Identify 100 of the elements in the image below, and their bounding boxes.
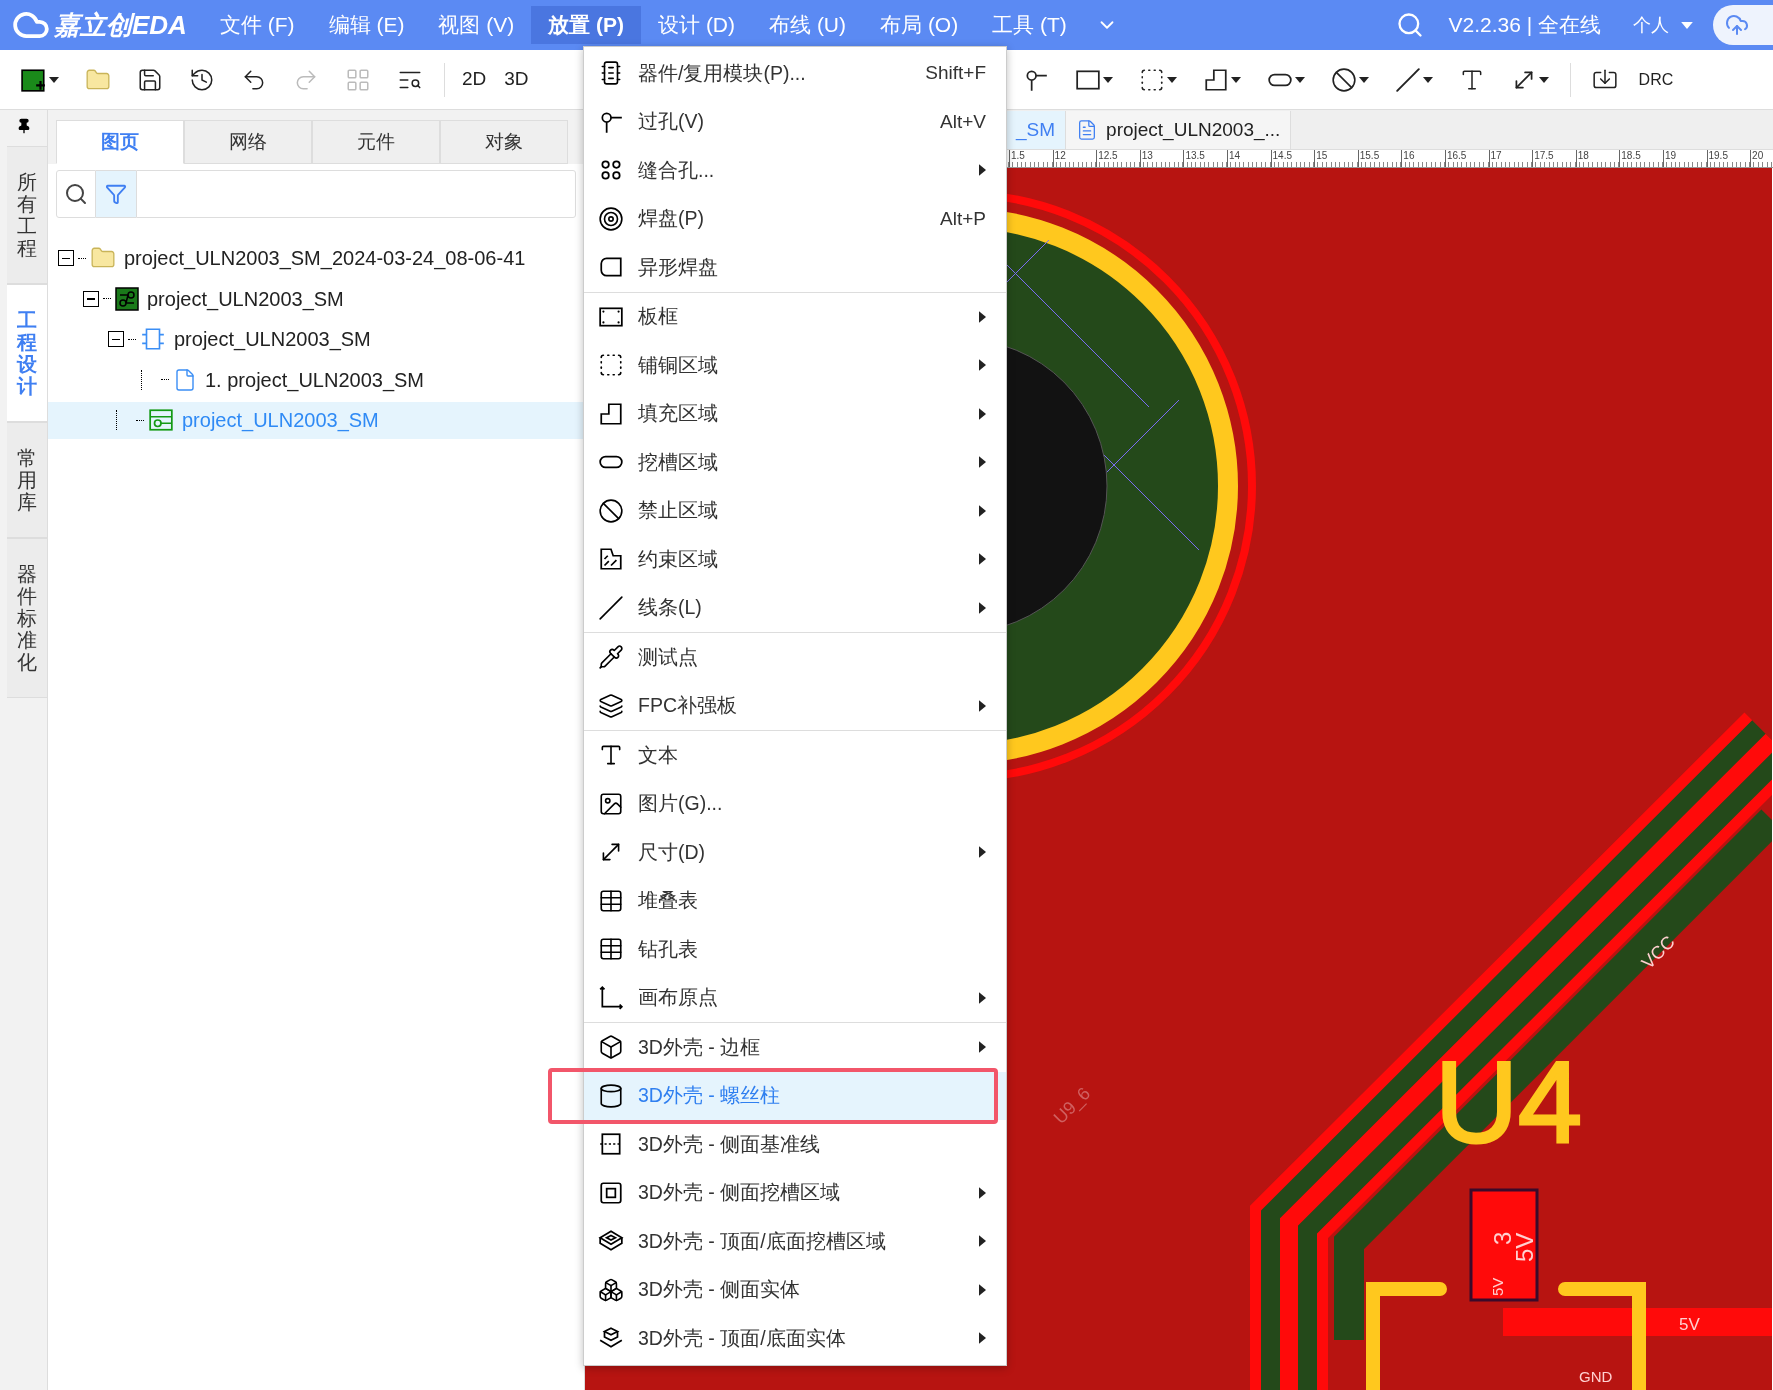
ruler-label: 20: [1750, 150, 1773, 167]
cylinder-icon: [598, 1082, 624, 1109]
version-label: V2.2.36 | 全在线: [1448, 12, 1601, 39]
app-logo: 嘉立创EDA: [54, 8, 187, 42]
grid-icon: [345, 66, 371, 93]
tree-label: project_ULN2003_SM: [182, 408, 379, 434]
tree-item[interactable]: project_ULN2003_SM: [48, 321, 584, 358]
menu-option[interactable]: 文本: [584, 731, 1006, 780]
drc-button[interactable]: DRC: [1630, 67, 1682, 92]
caret-icon: [1422, 76, 1433, 83]
ruler-label: 13.5: [1183, 150, 1227, 167]
menu-option[interactable]: 钻孔表: [584, 925, 1006, 974]
pad-icon: [598, 205, 624, 232]
fill-area-icon: [598, 400, 624, 427]
shortcut-label: Alt+P: [940, 206, 986, 231]
menu-option[interactable]: 禁止区域: [584, 486, 1006, 535]
menu-option[interactable]: 填充区域: [584, 389, 1006, 438]
ruler-label: 12: [1052, 150, 1097, 167]
menu-option[interactable]: 铺铜区域: [584, 341, 1006, 390]
menu-option[interactable]: 缝合孔...: [584, 146, 1006, 195]
tree-label: project_ULN2003_SM_2024-03-24_08-06-41: [124, 246, 526, 272]
collapse-icon[interactable]: [108, 331, 124, 348]
menu-option[interactable]: 3D外壳 - 边框: [584, 1023, 1006, 1072]
line-icon: [1394, 66, 1421, 93]
fill-area-icon: [1202, 66, 1229, 93]
menu-option[interactable]: 线条(L): [584, 583, 1006, 632]
ruler-label: 13: [1139, 150, 1184, 167]
menu-option[interactable]: 3D外壳 - 顶面/底面实体: [584, 1314, 1006, 1363]
document-tab[interactable]: project_ULN2003_...: [1066, 111, 1292, 149]
view-button[interactable]: 2D: [453, 65, 496, 94]
menu-option[interactable]: 3D外壳 - 侧面挖槽区域: [584, 1168, 1006, 1217]
search-icon: [64, 182, 88, 206]
side-tab[interactable]: 所有工程: [7, 146, 47, 284]
side-tab[interactable]: 常用库: [7, 422, 47, 538]
menu-option[interactable]: 板框: [584, 292, 1006, 341]
menu-option[interactable]: 3D外壳 - 侧面基准线: [584, 1120, 1006, 1169]
menu-option[interactable]: 画布原点: [584, 973, 1006, 1022]
menu-option[interactable]: 焊盘(P) Alt+P: [584, 194, 1006, 243]
search-button[interactable]: [56, 170, 96, 218]
boxes-icon: [598, 1276, 624, 1303]
panel-tab[interactable]: 网络: [184, 120, 312, 164]
caret-icon: [1166, 76, 1177, 83]
menu-option[interactable]: 约束区域: [584, 535, 1006, 584]
layers-icon: [598, 692, 624, 719]
shortcut-label: Alt+V: [940, 109, 986, 134]
filter-icon: [105, 183, 127, 205]
menu-option[interactable]: 图片(G)...: [584, 779, 1006, 828]
table-icon: [598, 887, 624, 914]
forbid-icon: [598, 497, 624, 524]
panel-tab[interactable]: 元件: [312, 120, 440, 164]
side-tab[interactable]: 工程设计: [7, 284, 47, 422]
menu-option[interactable]: 测试点: [584, 633, 1006, 682]
menu-option[interactable]: 挖槽区域: [584, 438, 1006, 487]
panel-tab[interactable]: 图页: [56, 120, 184, 164]
ruler-label: 16.5: [1444, 150, 1489, 167]
pad-label: 5V: [1489, 1277, 1506, 1296]
caret-icon: [1102, 76, 1113, 83]
net-label: GND: [1579, 1368, 1613, 1385]
menu-option[interactable]: 过孔(V) Alt+V: [584, 97, 1006, 146]
menu-option[interactable]: 3D外壳 - 顶面/底面挖槽区域: [584, 1217, 1006, 1266]
search-icon[interactable]: [1396, 11, 1425, 39]
search-field[interactable]: [136, 170, 576, 218]
tree-label: project_ULN2003_SM: [147, 286, 344, 313]
tree-item[interactable]: project_ULN2003_SM_2024-03-24_08-06-41: [48, 240, 584, 277]
dashed-area-icon: [598, 352, 624, 379]
menu-option[interactable]: 尺寸(D): [584, 828, 1006, 877]
image-icon: [598, 790, 624, 817]
menu-option[interactable]: FPC补强板: [584, 681, 1006, 730]
collapse-icon[interactable]: [83, 290, 99, 307]
cube-icon: [598, 1034, 624, 1061]
cloud-button[interactable]: [1713, 5, 1773, 45]
menu-option[interactable]: 堆叠表: [584, 876, 1006, 925]
side-tab[interactable]: 器件标准化: [7, 538, 47, 698]
page-icon: [173, 367, 197, 392]
ruler-label: 18: [1575, 150, 1620, 167]
menu-option[interactable]: 3D外壳 - 侧面实体: [584, 1265, 1006, 1314]
caret-icon: [1358, 76, 1369, 83]
tree-label: project_ULN2003_SM: [174, 327, 371, 353]
net-label: 5V: [1679, 1315, 1700, 1334]
schematic-icon: [140, 326, 166, 353]
square-frame-icon: [598, 1179, 624, 1206]
tree-item[interactable]: project_ULN2003_SM: [48, 280, 584, 317]
upload-icon: [1725, 13, 1749, 37]
ruler-label: 16: [1401, 150, 1445, 167]
board-icon: [115, 286, 139, 311]
tree-label: 1. project_ULN2003_SM: [205, 367, 424, 394]
menu-option[interactable]: 器件/复用模块(P)... Shift+F: [584, 49, 1006, 98]
menu-option[interactable]: 异形焊盘: [584, 243, 1006, 292]
probe-icon: [598, 644, 624, 671]
ruler-label: 1.5: [1009, 150, 1053, 167]
new-board-icon: [21, 66, 47, 93]
menu-item[interactable]: 放置 (P): [531, 6, 642, 44]
tree-item[interactable]: 1. project_ULN2003_SM: [48, 361, 584, 398]
panel-tab[interactable]: 对象: [440, 120, 568, 164]
axes-icon: [598, 984, 624, 1011]
ruler-label: 15: [1314, 150, 1358, 167]
collapse-icon[interactable]: [58, 250, 74, 267]
table-icon: [598, 936, 624, 963]
ruler-label: 14.5: [1270, 150, 1315, 167]
view-button[interactable]: 3D: [495, 65, 538, 94]
